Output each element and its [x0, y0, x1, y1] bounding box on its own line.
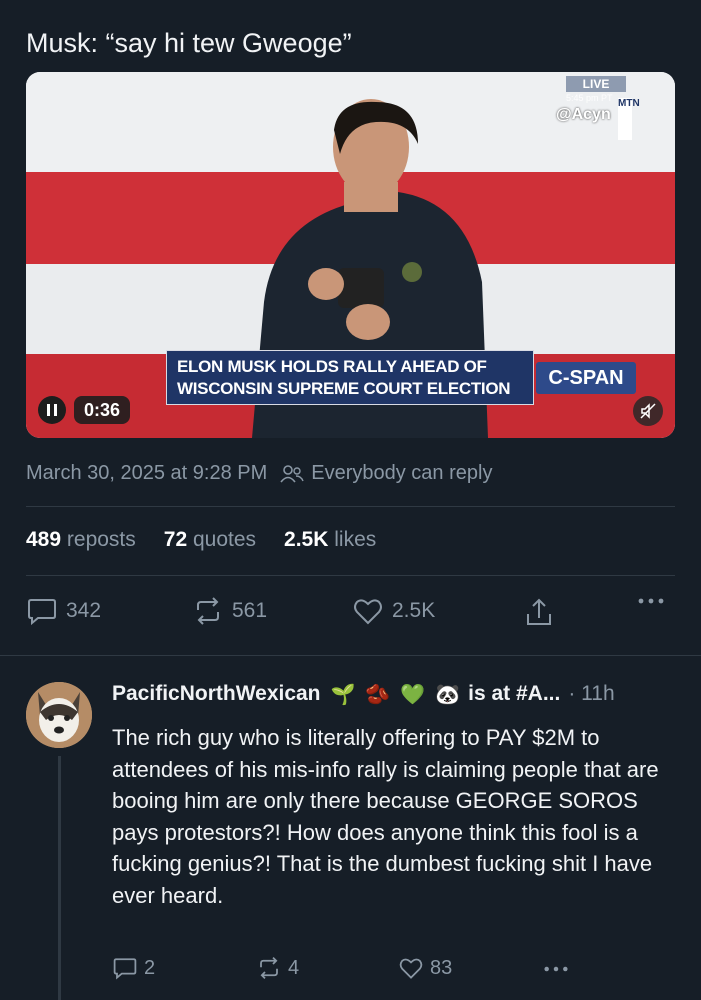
heart-icon — [399, 958, 423, 979]
emoji-panda: 🐼 — [435, 682, 461, 706]
mtn-logo: MTN — [618, 98, 640, 140]
dog-avatar-image — [26, 682, 92, 748]
post-actions: 342 561 2.5K — [26, 596, 675, 632]
reply-setting[interactable]: Everybody can reply — [311, 462, 492, 485]
pause-icon — [47, 404, 57, 416]
live-badge: LIVE — [566, 76, 626, 92]
chyron-line: WISCONSIN SUPREME COURT ELECTION — [177, 379, 511, 398]
like-button[interactable]: 2.5K — [352, 596, 435, 626]
stat-quotes[interactable]: 72 quotes — [164, 528, 256, 552]
reply-reply-count: 2 — [144, 956, 156, 979]
elapsed-time: 0:36 — [74, 396, 131, 424]
mute-icon — [640, 403, 656, 419]
reply-repost-count: 4 — [288, 956, 300, 979]
like-count: 2.5K — [392, 599, 436, 622]
post-text: Musk: “say hi tew Gweoge” — [26, 28, 352, 58]
reply-author-suffix: is at #A... — [468, 682, 561, 705]
people-icon — [280, 464, 304, 483]
reply-icon — [113, 958, 137, 980]
reply-time[interactable]: · 11h — [568, 682, 614, 706]
reply-count: 342 — [66, 599, 102, 622]
avatar[interactable] — [26, 682, 92, 748]
reply-text: The rich guy who is literally offering t… — [112, 725, 659, 908]
chyron-line: ELON MUSK HOLDS RALLY AHEAD OF — [177, 357, 487, 376]
engagement-stats: 489 reposts 72 quotes 2.5K likes — [26, 528, 404, 552]
live-time: 5:45 pm PT — [566, 93, 613, 103]
reply-like-button[interactable]: 83 — [398, 956, 452, 980]
more-icon — [544, 966, 568, 972]
thread-line — [58, 756, 61, 1000]
reply-author-name[interactable]: PacificNorthWexican — [112, 682, 321, 706]
divider — [26, 506, 675, 507]
repost-icon — [260, 956, 278, 980]
repost-count: 561 — [232, 599, 268, 622]
emoji-seedling: 🌱 — [330, 682, 356, 706]
reply-header: PacificNorthWexican 🌱 🫘 💚 🐼 is at #A... … — [112, 682, 615, 706]
repost-button[interactable]: 561 — [192, 596, 267, 626]
share-button[interactable] — [524, 596, 562, 628]
watermark-handle: @Acyn — [556, 106, 611, 123]
video-player[interactable]: LIVE 5:45 pm PT @Acyn MTN ELON MUSK HOLD… — [26, 72, 675, 438]
more-icon — [638, 598, 664, 604]
divider — [26, 575, 675, 576]
pause-button[interactable] — [38, 396, 66, 424]
divider — [0, 655, 701, 656]
reply-repost-button[interactable]: 4 — [256, 956, 299, 980]
reply-more-button[interactable] — [542, 964, 576, 974]
network-logo: C-SPAN — [536, 362, 636, 394]
share-icon — [527, 598, 551, 625]
post-timestamp: March 30, 2025 at 9:28 PM — [26, 462, 268, 484]
reply-icon — [28, 599, 56, 626]
more-button[interactable] — [636, 596, 674, 606]
chyron: ELON MUSK HOLDS RALLY AHEAD OF WISCONSIN… — [166, 350, 534, 405]
reply-button[interactable]: 342 — [26, 596, 101, 626]
repost-icon — [197, 597, 219, 625]
stat-reposts[interactable]: 489 reposts — [26, 528, 136, 552]
stat-likes[interactable]: 2.5K likes — [284, 528, 376, 552]
post-meta: March 30, 2025 at 9:28 PM Everybody can … — [26, 462, 492, 485]
heart-icon — [354, 599, 382, 625]
mute-button[interactable] — [633, 396, 663, 426]
emoji-beans: 🫘 — [365, 682, 391, 706]
reply-reply-button[interactable]: 2 — [112, 956, 155, 980]
emoji-green-heart: 💚 — [400, 682, 426, 706]
reply-like-count: 83 — [430, 956, 453, 979]
